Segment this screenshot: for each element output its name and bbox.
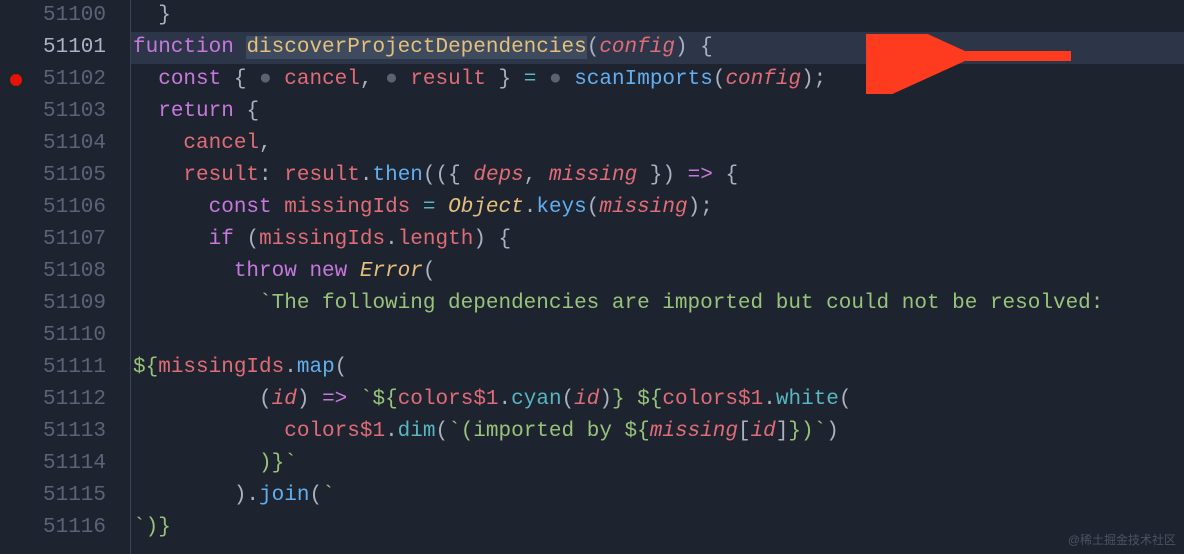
code-line: `The following dependencies are imported… [131, 288, 1184, 320]
line-number: 51102 [0, 64, 106, 96]
line-number: 51113 [0, 416, 106, 448]
line-number: 51103 [0, 96, 106, 128]
line-number: 51115 [0, 480, 106, 512]
line-number: 51106 [0, 192, 106, 224]
code-line: } [131, 0, 1184, 32]
code-line: ).join(` [131, 480, 1184, 512]
line-number: 51105 [0, 160, 106, 192]
line-number: 51114 [0, 448, 106, 480]
line-number: 51109 [0, 288, 106, 320]
code-line: cancel, [131, 128, 1184, 160]
code-line: `)} [131, 512, 1184, 544]
code-line-active: function discoverProjectDependencies(con… [131, 32, 1184, 64]
code-line: throw new Error( [131, 256, 1184, 288]
code-editor[interactable]: 5110051101511025110351104511055110651107… [0, 0, 1184, 554]
line-number: 51112 [0, 384, 106, 416]
line-number: 51116 [0, 512, 106, 544]
watermark-text: @稀土掘金技术社区 [1068, 531, 1176, 548]
line-number: 51104 [0, 128, 106, 160]
line-gutter: 5110051101511025110351104511055110651107… [0, 0, 130, 554]
code-area[interactable]: } function discoverProjectDependencies(c… [130, 0, 1184, 554]
code-line: return { [131, 96, 1184, 128]
line-number: 51110 [0, 320, 106, 352]
line-number: 51100 [0, 0, 106, 32]
code-line: ${missingIds.map( [131, 352, 1184, 384]
code-line: colors$1.dim(`(imported by ${missing[id]… [131, 416, 1184, 448]
line-number: 51111 [0, 352, 106, 384]
breakpoint-icon[interactable] [10, 74, 22, 86]
code-line [131, 320, 1184, 352]
code-line: )}` [131, 448, 1184, 480]
code-line: const missingIds = Object.keys(missing); [131, 192, 1184, 224]
code-line: result: result.then(({ deps, missing }) … [131, 160, 1184, 192]
code-line: (id) => `${colors$1.cyan(id)} ${colors$1… [131, 384, 1184, 416]
code-line: const { ● cancel, ● result } = ● scanImp… [131, 64, 1184, 96]
line-number: 51101 [0, 32, 106, 64]
line-number: 51107 [0, 224, 106, 256]
line-number: 51108 [0, 256, 106, 288]
code-line: if (missingIds.length) { [131, 224, 1184, 256]
